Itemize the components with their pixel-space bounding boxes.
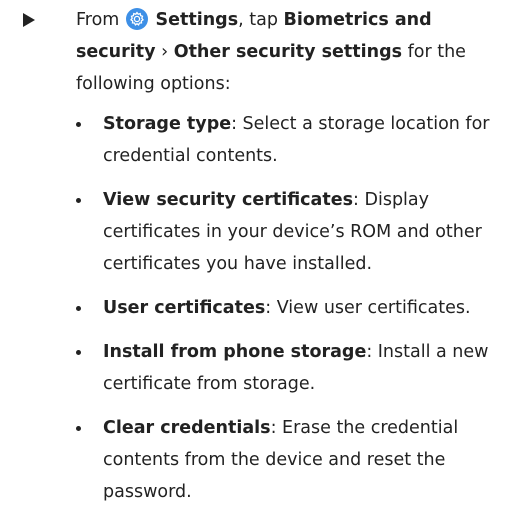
bullet — [76, 198, 81, 203]
right-triangle-icon — [23, 4, 37, 36]
list-item: Install from phone storage: Install a ne… — [76, 336, 516, 400]
list-item: Storage type: Select a storage location … — [76, 108, 516, 172]
list-item: View security certificates: Display cert… — [76, 184, 516, 280]
bullet — [76, 350, 81, 355]
list-item: Clear credentials: Erase the credential … — [76, 412, 516, 508]
list-item: User certificates: View user certificate… — [76, 292, 516, 324]
step-text: From Settings, tap Biometrics and securi… — [76, 4, 516, 100]
gear-icon — [125, 8, 148, 30]
option-title: User certificates — [103, 298, 266, 318]
bullet — [76, 426, 81, 431]
option-title: Storage type — [103, 114, 232, 134]
bullet — [76, 122, 81, 127]
other-security-settings-label: Other security settings — [173, 42, 403, 62]
option-title: View security certificates — [103, 190, 354, 210]
separator: › — [161, 42, 169, 62]
option-title: Clear credentials — [103, 418, 271, 438]
bullet — [76, 306, 81, 311]
option-desc: : View user certificates. — [265, 298, 471, 318]
page: From Settings, tap Biometrics and securi… — [0, 0, 519, 502]
settings-label: Settings — [155, 10, 239, 30]
from-text: From — [76, 10, 120, 30]
tap-text: , tap — [238, 10, 278, 30]
option-title: Install from phone storage — [103, 342, 367, 362]
options-list: Storage type: Select a storage location … — [76, 108, 516, 520]
